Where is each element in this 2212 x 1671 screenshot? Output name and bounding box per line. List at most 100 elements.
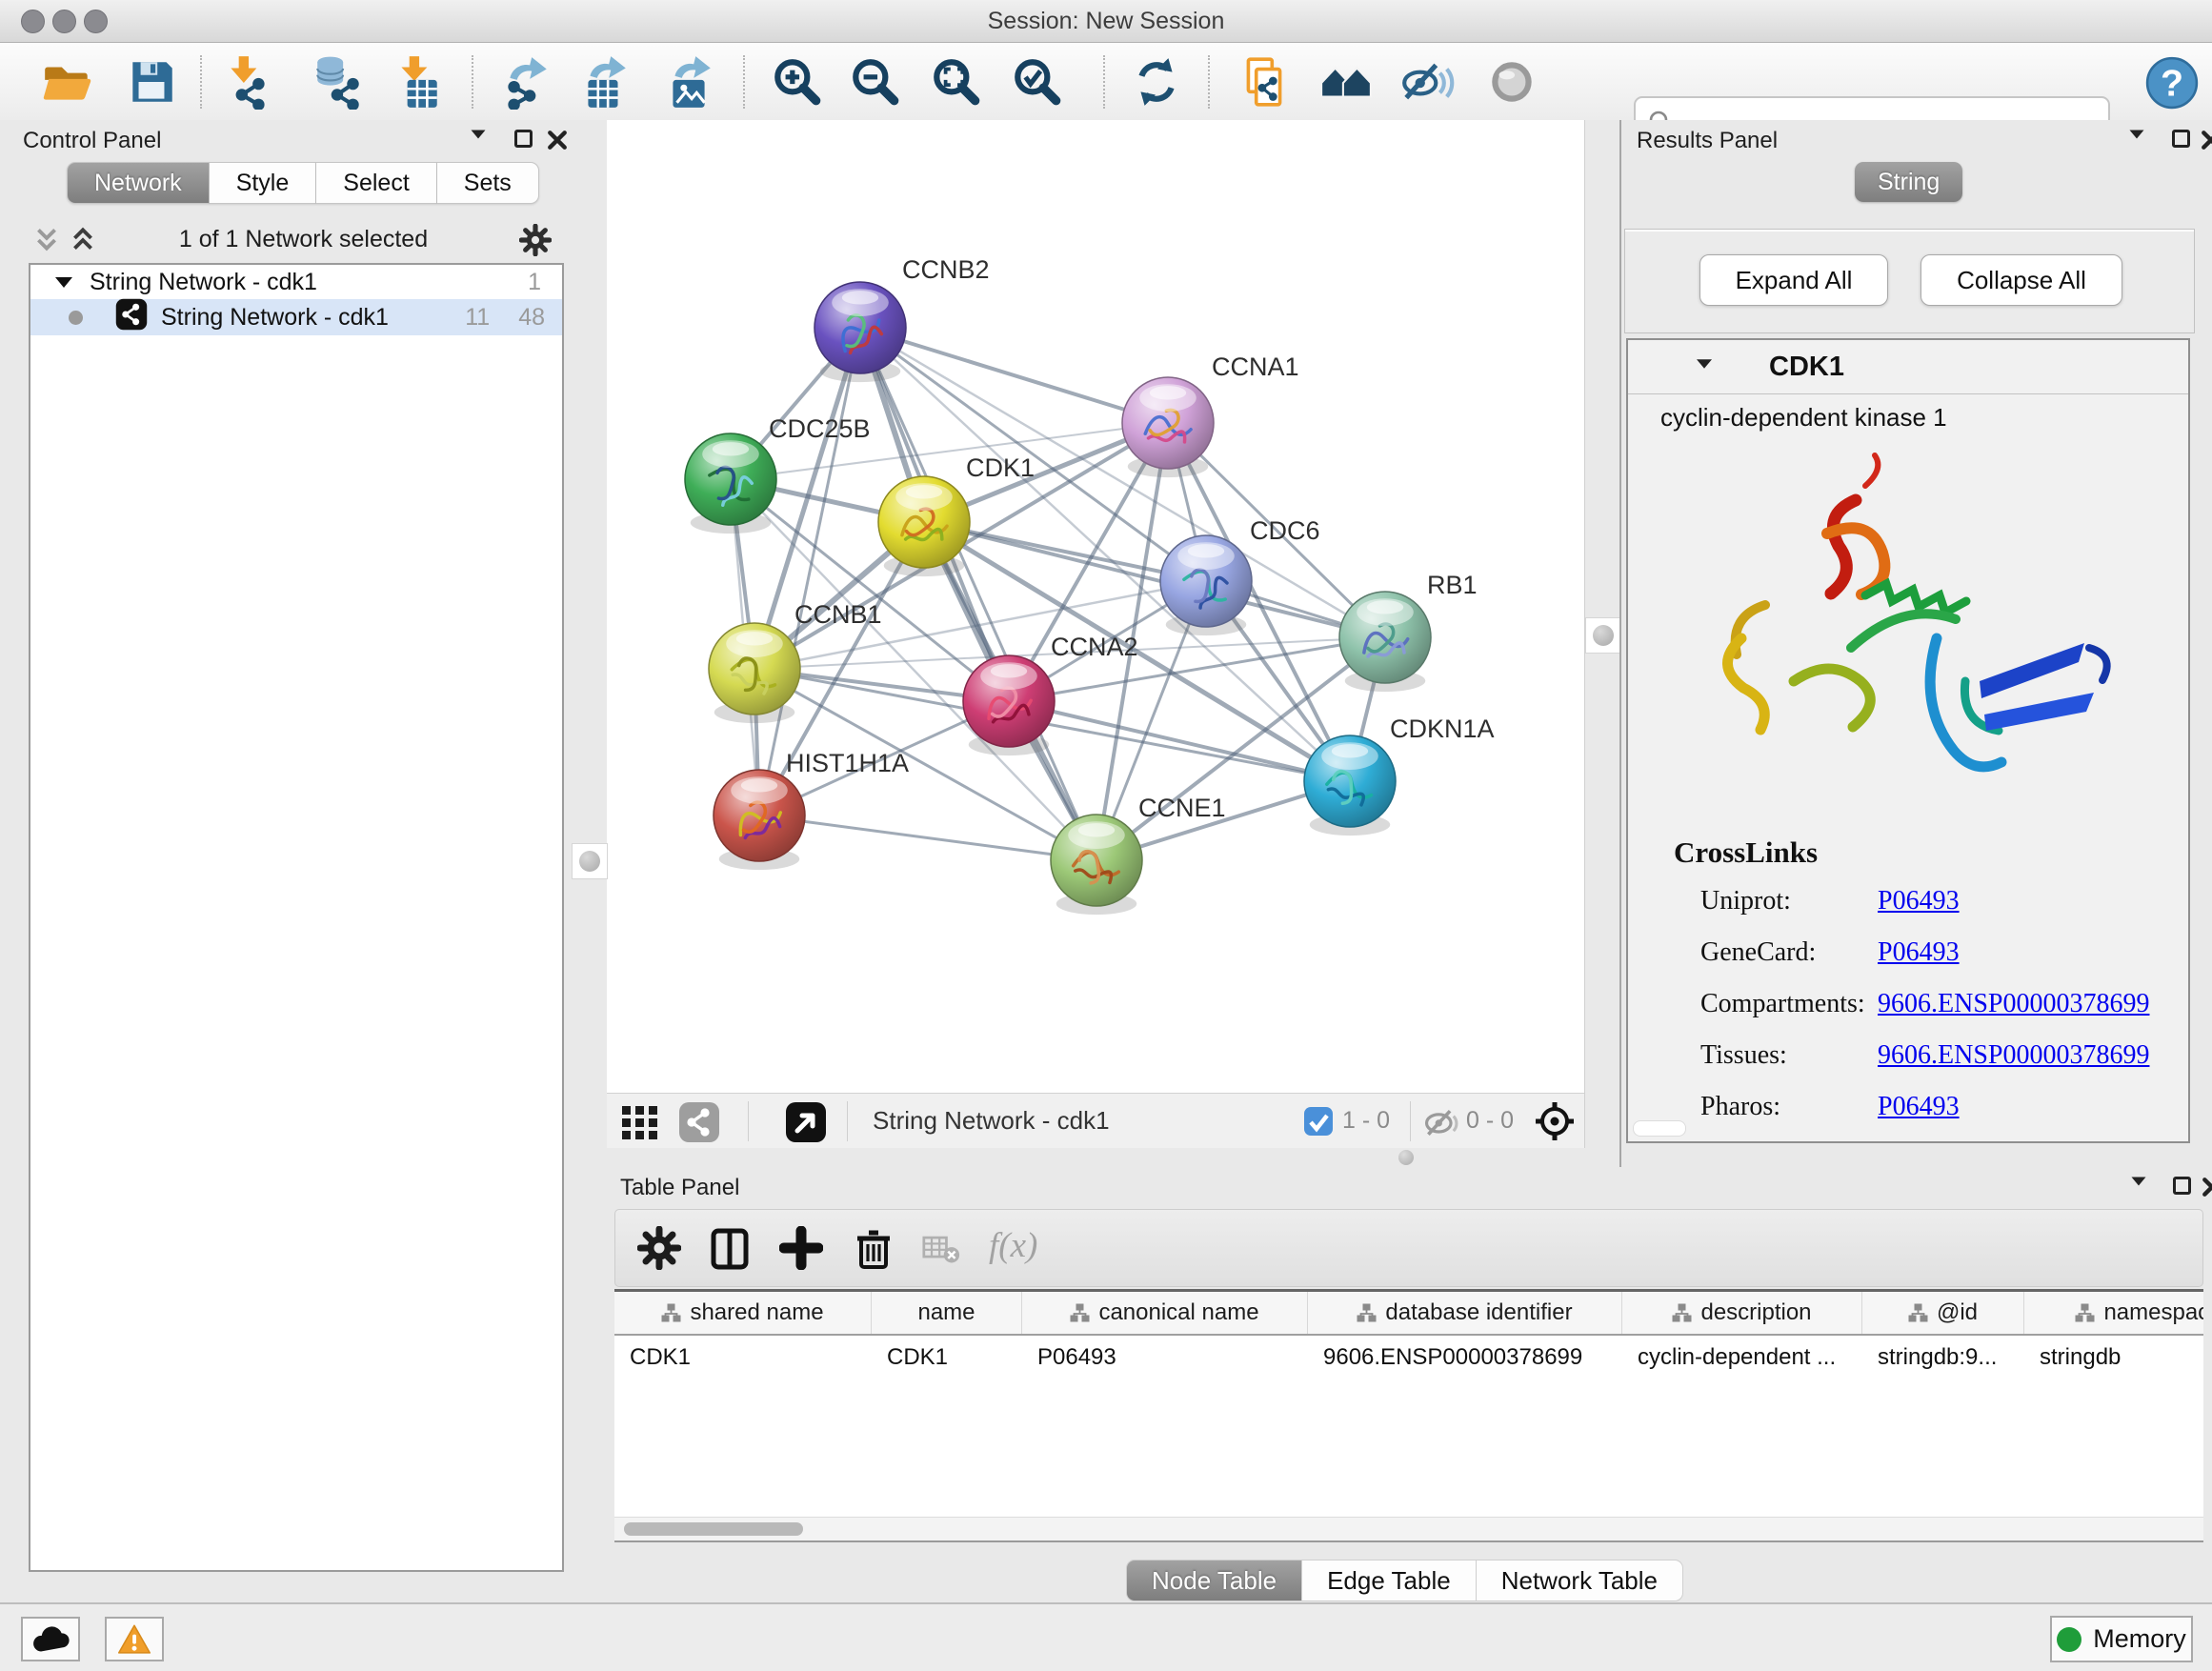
panel-float-icon[interactable]	[2172, 130, 2190, 152]
network-node-CCNA1[interactable]: CCNA1	[1122, 352, 1299, 477]
detach-view-icon[interactable]	[785, 1101, 827, 1143]
collection-expand-icon[interactable]	[55, 277, 72, 288]
left-splitter-handle[interactable]	[572, 843, 608, 879]
panel-close-icon[interactable]	[2202, 1177, 2212, 1202]
network-node-CDC6[interactable]: CDC6	[1160, 516, 1320, 635]
export-image-icon[interactable]	[661, 54, 716, 110]
panel-menu-icon[interactable]	[469, 128, 488, 145]
column-header-canonical-name[interactable]: canonical name	[1022, 1292, 1308, 1334]
memory-button[interactable]: Memory	[2050, 1616, 2193, 1662]
column-header-database-identifier[interactable]: database identifier	[1308, 1292, 1622, 1334]
column-header-namespace[interactable]: namespace	[2024, 1292, 2203, 1334]
show-columns-icon[interactable]	[708, 1226, 752, 1270]
warning-status-button[interactable]	[105, 1617, 164, 1661]
tab-string[interactable]: String	[1855, 162, 1962, 202]
edge-CCNB2-CCNA1[interactable]	[860, 328, 1168, 423]
network-node-CCNB1[interactable]: CCNB1	[709, 600, 882, 723]
first-neighbors-icon[interactable]	[1318, 54, 1374, 110]
network-node-RB1[interactable]: RB1	[1339, 571, 1478, 692]
network-node-CDKN1A[interactable]: CDKN1A	[1304, 715, 1495, 836]
window-zoom-icon[interactable]	[84, 10, 108, 33]
cell-name[interactable]: CDK1	[872, 1336, 1022, 1379]
network-node-CCNE1[interactable]: CCNE1	[1051, 794, 1226, 915]
network-canvas[interactable]: CCNB2CCNA1CDC25BCDK1CDC6RB1CCNB1CCNA2CDK…	[607, 120, 1584, 1093]
export-network-icon[interactable]	[498, 54, 553, 110]
network-node-CCNB2[interactable]: CCNB2	[814, 255, 990, 382]
crosslink-link[interactable]: P06493	[1878, 937, 1960, 968]
panel-close-icon[interactable]	[2201, 130, 2212, 155]
right-splitter-handle[interactable]	[1585, 617, 1621, 654]
tab-style[interactable]: Style	[210, 162, 317, 204]
crosslink-link[interactable]: P06493	[1878, 1092, 1960, 1122]
export-table-icon[interactable]	[576, 54, 632, 110]
node-label-CCNA1: CCNA1	[1212, 352, 1299, 381]
tab-node-table[interactable]: Node Table	[1126, 1560, 1302, 1601]
tab-select[interactable]: Select	[316, 162, 436, 204]
edge-CCNB2-CCNE1[interactable]	[860, 328, 1096, 860]
fit-content-icon[interactable]	[929, 54, 984, 110]
entry-gene-name: CDK1	[1769, 352, 1844, 383]
table-options-gear-icon[interactable]	[637, 1226, 681, 1270]
node-table[interactable]: shared namenamecanonical namedatabase id…	[614, 1289, 2203, 1542]
apply-layout-icon[interactable]	[1129, 54, 1184, 110]
import-network-file-icon[interactable]	[220, 54, 275, 110]
collapse-all-button[interactable]: Collapse All	[1920, 254, 2122, 306]
column-header-name[interactable]: name	[872, 1292, 1022, 1334]
network-share-icon[interactable]	[678, 1101, 720, 1143]
cloud-status-button[interactable]	[21, 1617, 80, 1661]
tab-sets[interactable]: Sets	[437, 162, 539, 204]
tab-network[interactable]: Network	[67, 162, 210, 204]
cell-@id[interactable]: stringdb:9...	[1862, 1336, 2024, 1379]
edge-HIST1H1A-CCNE1[interactable]	[759, 815, 1096, 860]
crosslink-link[interactable]: 9606.ENSP00000378699	[1878, 1040, 2149, 1071]
toolbar-separator	[472, 55, 473, 109]
entry-header[interactable]: CDK1	[1628, 340, 2188, 394]
save-session-icon[interactable]	[124, 54, 179, 110]
help-button[interactable]: ?	[2144, 55, 2200, 111]
birdseye-grid-icon[interactable]	[619, 1101, 661, 1143]
create-column-icon[interactable]	[779, 1226, 823, 1270]
open-session-icon[interactable]	[40, 54, 95, 110]
panel-float-icon[interactable]	[2173, 1177, 2191, 1199]
network-collection-row[interactable]: String Network - cdk1 1	[30, 265, 562, 299]
column-header-shared-name[interactable]: shared name	[614, 1292, 872, 1334]
entry-collapse-icon[interactable]	[1695, 357, 1714, 374]
cell-shared-name[interactable]: CDK1	[614, 1336, 872, 1379]
window-close-icon[interactable]	[21, 10, 45, 33]
network-row-selected[interactable]: String Network - cdk1 11 48	[30, 299, 562, 335]
table-row[interactable]: CDK1CDK1P064939606.ENSP00000378699cyclin…	[614, 1336, 2203, 1379]
tab-network-table[interactable]: Network Table	[1477, 1560, 1683, 1601]
table-hscrollbar-thumb	[624, 1522, 803, 1536]
network-options-gear-icon[interactable]	[519, 224, 552, 261]
zoom-selected-icon[interactable]	[1010, 54, 1065, 110]
cell-description[interactable]: cyclin-dependent ...	[1622, 1336, 1862, 1379]
hide-selected-icon[interactable]	[1399, 54, 1455, 110]
zoom-out-icon[interactable]	[848, 54, 903, 110]
column-header-@id[interactable]: @id	[1862, 1292, 2024, 1334]
tab-edge-table[interactable]: Edge Table	[1302, 1560, 1477, 1601]
panel-float-icon[interactable]	[514, 130, 533, 152]
window-minimize-icon[interactable]	[52, 10, 76, 33]
panel-menu-icon[interactable]	[2127, 128, 2146, 145]
crosslink-link[interactable]: P06493	[1878, 886, 1960, 916]
panel-close-icon[interactable]	[547, 130, 568, 155]
cell-namespace[interactable]: stringdb	[2024, 1336, 2203, 1379]
network-graph[interactable]: CCNB2CCNA1CDC25BCDK1CDC6RB1CCNB1CCNA2CDK…	[607, 120, 1584, 1093]
clone-network-icon[interactable]	[1237, 54, 1292, 110]
panel-menu-icon[interactable]	[2129, 1175, 2148, 1192]
import-network-database-icon[interactable]	[312, 54, 367, 110]
column-header-description[interactable]: description	[1622, 1292, 1862, 1334]
crosslink-link[interactable]: 9606.ENSP00000378699	[1878, 989, 2149, 1019]
results-scrollbar-thumb[interactable]	[1633, 1120, 1686, 1137]
show-all-icon[interactable]	[1485, 54, 1540, 110]
delete-column-icon[interactable]	[852, 1226, 895, 1270]
cell-database-identifier[interactable]: 9606.ENSP00000378699	[1308, 1336, 1622, 1379]
expand-all-button[interactable]: Expand All	[1699, 254, 1888, 306]
birdseye-toggle-icon[interactable]	[1534, 1100, 1576, 1142]
import-table-file-icon[interactable]	[390, 54, 445, 110]
cell-canonical-name[interactable]: P06493	[1022, 1336, 1308, 1379]
network-node-HIST1H1A[interactable]: HIST1H1A	[714, 749, 909, 870]
selected-checkbox-icon[interactable]	[1303, 1106, 1334, 1137]
zoom-in-icon[interactable]	[770, 54, 825, 110]
table-hscrollbar[interactable]	[614, 1517, 2203, 1540]
